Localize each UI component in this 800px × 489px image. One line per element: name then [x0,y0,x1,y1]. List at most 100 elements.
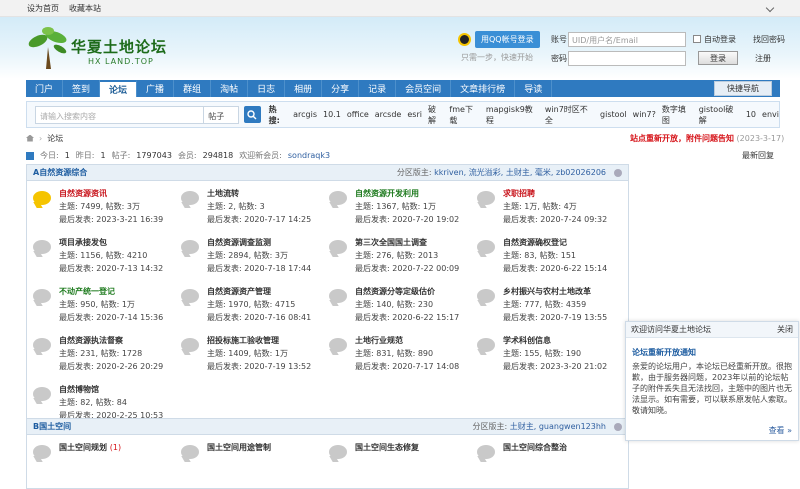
forum-last-post[interactable]: 最后发表: 2020-7-19 13:55 [503,312,607,323]
forum-last-post[interactable]: 最后发表: 2023-3-21 16:39 [59,214,163,225]
forum-last-post[interactable]: 最后发表: 2020-7-20 19:02 [355,214,459,225]
view-more-link[interactable]: 查看 » [769,425,792,436]
nav-item[interactable]: 淘帖 [211,80,249,97]
forum-name[interactable]: 不动产统一登记 [59,286,115,297]
forum-last-post[interactable]: 最后发表: 2020-7-14 15:36 [59,312,163,323]
moderators-list[interactable]: 土财主, guangwen123hh [510,422,606,431]
hot-search-link[interactable]: mapgisk9教程 [486,104,539,126]
forum-name[interactable]: 乡村振兴与农村土地改革 [503,286,591,297]
search-input[interactable]: 请输入搜索内容 [35,105,205,124]
nav-item[interactable]: 导读 [515,80,553,97]
forum-last-post[interactable]: 最后发表: 2020-2-26 20:29 [59,361,163,372]
hot-search-link[interactable]: 10 [746,110,756,119]
forum-name[interactable]: 自然博物馆 [59,384,99,395]
nav-item[interactable]: 群组 [174,80,212,97]
forum-counts: 主题: 1409, 帖数: 1万 [207,349,289,358]
forum-last-post[interactable]: 最后发表: 2020-7-18 17:44 [207,263,311,274]
forum-item: 国土空间规划 (1) [31,439,179,488]
close-button[interactable]: 关闭 [777,324,793,335]
section-title[interactable]: B国土空间 [33,421,71,432]
login-button[interactable]: 登录 [698,51,738,65]
moderators-list[interactable]: kkriven, 流光溢彩, 土财主, 毫米, zb02026206 [434,168,606,177]
search-type-select[interactable]: 帖子 [204,105,239,124]
breadcrumb-current[interactable]: 论坛 [47,133,63,144]
hot-search-link[interactable]: gistool [600,110,627,119]
forum-last-post[interactable]: 最后发表: 2020-7-24 09:32 [503,214,607,225]
forum-last-post[interactable]: 最后发表: 2020-7-22 00:09 [355,263,459,274]
forum-name[interactable]: 招投标施工验收管理 [207,335,279,346]
welcome-title[interactable]: 论坛重新开放通知 [632,347,792,358]
forum-last-post[interactable]: 最后发表: 2020-7-13 14:32 [59,263,163,274]
forum-name[interactable]: 土地行业规范 [355,335,403,346]
forum-last-post[interactable]: 最后发表: 2020-6-22 15:17 [355,312,459,323]
nav-item[interactable]: 门户 [26,80,64,97]
hot-search-link[interactable]: gistool破解 [699,104,740,126]
forum-name[interactable]: 学术科创信息 [503,335,551,346]
newest-member-link[interactable]: sondraqk3 [288,151,330,160]
hot-search-link[interactable]: arcgis [293,110,317,119]
notice[interactable]: 站点重新开放，附件问题告知 (2023-3-17) [630,133,784,144]
forum-status-icon [329,191,347,205]
nav-item[interactable]: 论坛 [100,80,138,97]
forum-name[interactable]: 国土空间用途管制 [207,442,271,453]
search-button[interactable] [243,106,261,123]
forum-name[interactable]: 国土空间综合整治 [503,442,567,453]
latest-replies-link[interactable]: 最新回复 [742,150,774,161]
forum-last-post[interactable]: 最后发表: 2020-6-22 15:14 [503,263,607,274]
nav-item[interactable]: 文章排行榜 [451,80,516,97]
hot-search-link[interactable]: arcsde [375,110,402,119]
bookmark-link[interactable]: 收藏本站 [69,3,101,14]
collapse-toggle-icon[interactable] [614,422,622,431]
hot-search-link[interactable]: esri [407,110,422,119]
forum-name[interactable]: 求职招聘 [503,188,535,199]
forum-name[interactable]: 自然资源调查监测 [207,237,271,248]
forum-last-post[interactable]: 最后发表: 2020-7-17 14:25 [207,214,311,225]
hot-search-link[interactable]: office [347,110,369,119]
nav-item[interactable]: 相册 [285,80,323,97]
forum-name[interactable]: 自然资源开发利用 [355,188,419,199]
section-title[interactable]: A自然资源综合 [33,167,87,178]
forum-name[interactable]: 自然资源确权登记 [503,237,567,248]
forum-last-post[interactable]: 最后发表: 2020-7-17 14:08 [355,361,459,372]
hot-search-link[interactable]: 数字填图 [662,104,693,126]
forum-last-post[interactable]: 最后发表: 2023-3-20 21:02 [503,361,607,372]
hot-search-link[interactable]: 10.1 [323,110,341,119]
forum-last-post[interactable]: 最后发表: 2020-7-16 08:41 [207,312,311,323]
forum-name[interactable]: 第三次全国国土调查 [355,237,427,248]
username-input[interactable]: UID/用户名/Email [568,31,686,47]
set-home-link[interactable]: 设为首页 [27,3,59,14]
nav-item[interactable]: 广播 [137,80,175,97]
quick-nav-button[interactable]: 快捷导航 [714,81,772,96]
hot-search-link[interactable]: win7时区不全 [545,104,594,126]
nav-item[interactable]: 记录 [359,80,397,97]
nav-item[interactable]: 分享 [322,80,360,97]
site-logo[interactable]: 华夏土地论坛 HX LAND.TOP [26,25,186,80]
forum-name[interactable]: 土地流转 [207,188,239,199]
qq-login-button[interactable]: 用QQ帐号登录 [475,31,540,48]
forum-name[interactable]: 国土空间规划 (1) [59,442,121,453]
chevron-down-icon[interactable] [765,3,775,13]
auto-login-checkbox[interactable] [693,35,701,43]
nav-item[interactable]: 签到 [63,80,101,97]
hot-search-link[interactable]: fme下载 [449,104,479,126]
forum-name[interactable]: 自然资源资产管理 [207,286,271,297]
notice-title[interactable]: 站点重新开放，附件问题告知 [630,134,734,143]
forum-name[interactable]: 自然资源分等定级估价 [355,286,435,297]
collapse-toggle-icon[interactable] [614,168,622,177]
forum-name[interactable]: 国土空间生态修复 [355,442,419,453]
nav-item[interactable]: 会员空间 [396,80,452,97]
forum-item: 自然资源执法督察 主题: 231, 帖数: 1728 最后发表: 2020-2-26… [31,332,179,381]
hot-search-link[interactable]: envi [762,110,779,119]
home-icon[interactable] [26,134,34,142]
register-link[interactable]: 注册 [755,53,771,64]
hot-search-link[interactable]: 破解 [428,104,443,126]
hot-search-link[interactable]: win7? [633,110,656,119]
forum-last-post[interactable]: 最后发表: 2020-7-19 13:52 [207,361,311,372]
forum-name[interactable]: 自然资源执法督察 [59,335,123,346]
forum-item: 自然资源资讯 主题: 7499, 帖数: 3万 最后发表: 2023-3-21 16… [31,185,179,234]
find-password-link[interactable]: 找回密码 [753,34,785,45]
forum-name[interactable]: 自然资源资讯 [59,188,107,199]
password-input[interactable] [568,50,686,66]
nav-item[interactable]: 日志 [248,80,286,97]
forum-name[interactable]: 项目承接发包 [59,237,107,248]
